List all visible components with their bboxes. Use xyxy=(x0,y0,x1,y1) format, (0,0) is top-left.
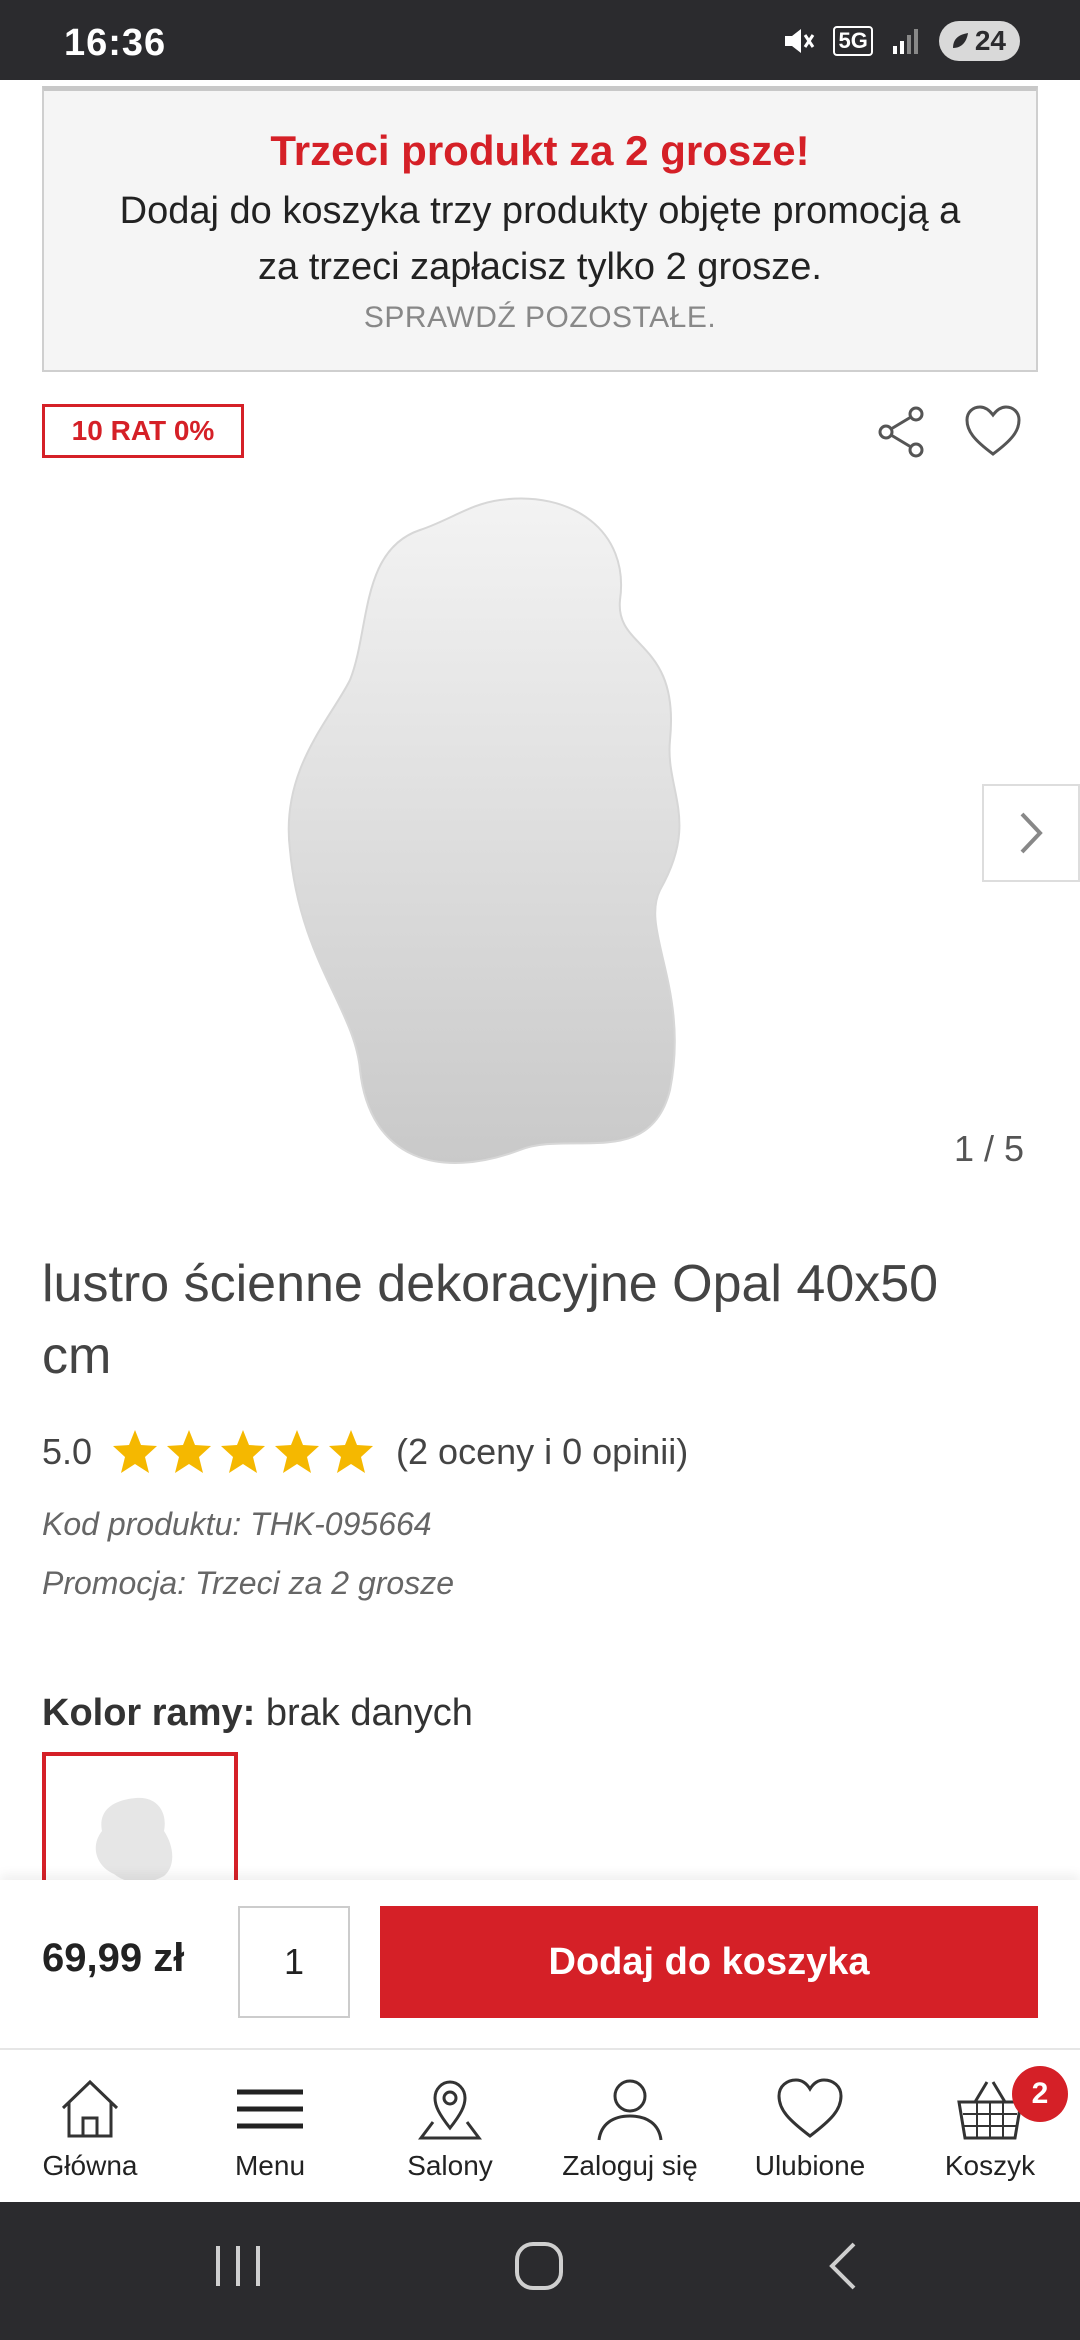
nav-label-menu: Menu xyxy=(234,2150,306,2181)
quantity-input[interactable]: 1 xyxy=(238,1906,350,2018)
installment-badge: 10 RAT 0% xyxy=(42,404,244,458)
signal-icon xyxy=(892,29,918,54)
chevron-right-icon xyxy=(1020,812,1043,854)
home-icon xyxy=(61,2079,119,2138)
product-image xyxy=(287,497,681,1164)
promo-title: Trzeci produkt za 2 grosze! xyxy=(270,127,810,174)
status-time: 16:36 xyxy=(64,22,167,64)
cart-count-badge: 2 xyxy=(1012,2066,1068,2122)
nav-item-login[interactable]: Zaloguj się xyxy=(540,2050,720,2202)
nav-label-stores: Salony xyxy=(407,2150,493,2181)
star-icon xyxy=(113,1430,158,1473)
add-to-cart-button[interactable]: Dodaj do koszyka xyxy=(380,1906,1038,2018)
user-icon xyxy=(597,2079,663,2141)
nav-label-favorites: Ulubione xyxy=(754,2150,866,2181)
status-icons: 5G 24 xyxy=(781,20,1020,62)
mute-icon xyxy=(785,29,815,53)
product-title: lustro ścienne dekoracyjne Opal 40x50 cm xyxy=(42,1255,939,1385)
status-bar: 16:36 5G 24 xyxy=(0,0,1080,80)
system-navigation-bar xyxy=(0,2202,1080,2340)
rating-stars xyxy=(110,1427,376,1477)
gallery-next-button[interactable] xyxy=(982,784,1080,882)
favorite-heart-icon[interactable] xyxy=(964,404,1022,458)
star-icon xyxy=(329,1430,374,1473)
product-promotion: Promocja: Trzeci za 2 grosze xyxy=(42,1565,454,1601)
bottom-navigation: Główna Menu Salony Zaloguj się Ulubione xyxy=(0,2048,1080,2202)
battery-indicator: 24 xyxy=(938,21,1020,61)
promo-banner: Trzeci produkt za 2 grosze! Dodaj do kos… xyxy=(42,86,1038,372)
rating-row[interactable]: 5.0 (2 oceny i 0 opinii) xyxy=(42,1424,688,1480)
recent-apps-icon[interactable] xyxy=(212,2238,264,2294)
network-label: 5G xyxy=(833,26,873,56)
gallery-pager: 1 / 5 xyxy=(953,1128,1024,1169)
share-icon[interactable] xyxy=(876,404,928,460)
frame-color: Kolor ramy: brak danych xyxy=(42,1692,473,1735)
promo-text: Dodaj do koszyka trzy produkty objęte pr… xyxy=(119,190,961,288)
product-code: Kod produktu: THK-095664 xyxy=(42,1506,432,1542)
nav-item-stores[interactable]: Salony xyxy=(360,2050,540,2202)
promo-link[interactable]: SPRAWDŹ POZOSTAŁE. xyxy=(44,301,1036,335)
star-icon xyxy=(275,1430,320,1473)
nav-label-home: Główna xyxy=(42,2150,138,2181)
frame-color-value: brak danych xyxy=(265,1692,473,1734)
rating-value: 5.0 xyxy=(42,1431,93,1472)
location-icon xyxy=(418,2080,482,2140)
battery-saver-icon xyxy=(952,33,968,48)
swatch-thumbnail xyxy=(95,1797,173,1882)
nav-item-home[interactable]: Główna xyxy=(0,2050,180,2202)
menu-icon xyxy=(237,2089,303,2129)
star-icon xyxy=(221,1430,266,1473)
heart-icon xyxy=(777,2078,843,2138)
back-icon[interactable] xyxy=(822,2238,862,2294)
nav-item-menu[interactable]: Menu xyxy=(180,2050,360,2202)
nav-label-cart: Koszyk xyxy=(944,2150,1036,2181)
battery-level: 24 xyxy=(974,25,1006,56)
nav-item-favorites[interactable]: Ulubione xyxy=(720,2050,900,2202)
reviews-count[interactable]: (2 oceny i 0 opinii) xyxy=(396,1431,688,1473)
frame-color-label: Kolor ramy: xyxy=(42,1692,256,1734)
nav-item-cart[interactable]: Koszyk 2 xyxy=(900,2050,1080,2202)
star-icon xyxy=(167,1430,212,1473)
product-price: 69,99 zł xyxy=(42,1936,185,1980)
buy-bar: 69,99 zł 1 Dodaj do koszyka xyxy=(0,1880,1080,2048)
nav-label-login: Zaloguj się xyxy=(562,2150,698,2181)
home-button-icon[interactable] xyxy=(512,2238,568,2294)
color-swatch[interactable] xyxy=(42,1752,238,1882)
